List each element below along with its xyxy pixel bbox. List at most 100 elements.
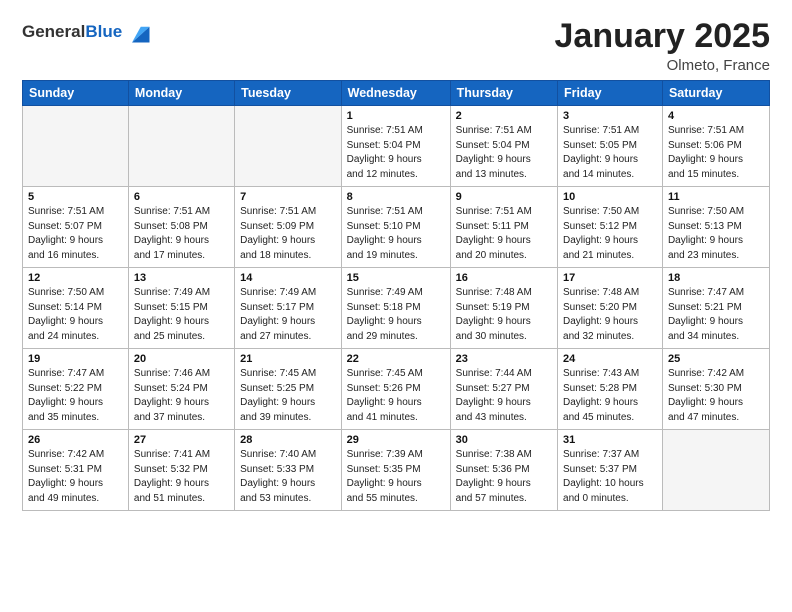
day-cell: 6 Sunrise: 7:51 AMSunset: 5:08 PMDaylight… [128, 187, 234, 268]
day-info: Sunrise: 7:41 AMSunset: 5:32 PMDaylight:… [134, 448, 229, 506]
location: Olmeto, France [555, 57, 771, 74]
logo-text: GeneralBlue [22, 23, 122, 42]
day-cell: 11Sunrise: 7:50 AMSunset: 5:13 PMDayligh… [662, 187, 769, 268]
day-info: Sunrise: 7:51 AMSunset: 5:10 PMDaylight:… [347, 205, 445, 263]
day-number: 26 [28, 434, 123, 446]
weekday-wednesday: Wednesday [341, 81, 450, 106]
day-cell: 2 Sunrise: 7:51 AMSunset: 5:04 PMDaylight… [450, 106, 557, 187]
day-number: 11 [668, 191, 764, 203]
day-number: 14 [240, 272, 336, 284]
day-info: Sunrise: 7:45 AMSunset: 5:26 PMDaylight:… [347, 367, 445, 425]
day-cell: 21Sunrise: 7:45 AMSunset: 5:25 PMDayligh… [235, 349, 342, 430]
day-cell: 13 Sunrise: 7:49 AMSunset: 5:15 PMDayligh… [128, 268, 234, 349]
week-row-0: 1 Sunrise: 7:51 AMSunset: 5:04 PMDaylight… [23, 106, 770, 187]
week-row-3: 19 Sunrise: 7:47 AMSunset: 5:22 PMDayligh… [23, 349, 770, 430]
day-number: 6 [134, 191, 229, 203]
day-cell: 5 Sunrise: 7:51 AMSunset: 5:07 PMDaylight… [23, 187, 129, 268]
week-row-2: 12Sunrise: 7:50 AMSunset: 5:14 PMDayligh… [23, 268, 770, 349]
day-number: 25 [668, 353, 764, 365]
day-info: Sunrise: 7:47 AMSunset: 5:21 PMDaylight:… [668, 286, 764, 344]
day-number: 8 [347, 191, 445, 203]
day-info: Sunrise: 7:46 AMSunset: 5:24 PMDaylight:… [134, 367, 229, 425]
day-number: 17 [563, 272, 657, 284]
day-info: Sunrise: 7:51 AMSunset: 5:04 PMDaylight:… [347, 124, 445, 182]
day-info: Sunrise: 7:47 AMSunset: 5:22 PMDaylight:… [28, 367, 123, 425]
day-cell [662, 430, 769, 511]
day-cell [128, 106, 234, 187]
day-info: Sunrise: 7:50 AMSunset: 5:14 PMDaylight:… [28, 286, 123, 344]
day-number: 30 [456, 434, 552, 446]
day-number: 2 [456, 110, 552, 122]
day-cell [23, 106, 129, 187]
day-info: Sunrise: 7:51 AMSunset: 5:06 PMDaylight:… [668, 124, 764, 182]
day-cell: 16 Sunrise: 7:48 AMSunset: 5:19 PMDayligh… [450, 268, 557, 349]
day-cell: 18 Sunrise: 7:47 AMSunset: 5:21 PMDayligh… [662, 268, 769, 349]
day-number: 15 [347, 272, 445, 284]
day-info: Sunrise: 7:37 AMSunset: 5:37 PMDaylight:… [563, 448, 657, 506]
day-info: Sunrise: 7:48 AMSunset: 5:20 PMDaylight:… [563, 286, 657, 344]
weekday-header-row: SundayMondayTuesdayWednesdayThursdayFrid… [23, 81, 770, 106]
day-number: 1 [347, 110, 445, 122]
day-cell: 4 Sunrise: 7:51 AMSunset: 5:06 PMDaylight… [662, 106, 769, 187]
day-number: 7 [240, 191, 336, 203]
day-cell: 28Sunrise: 7:40 AMSunset: 5:33 PMDayligh… [235, 430, 342, 511]
day-cell: 3Sunrise: 7:51 AMSunset: 5:05 PMDaylight… [558, 106, 663, 187]
day-cell: 19 Sunrise: 7:47 AMSunset: 5:22 PMDayligh… [23, 349, 129, 430]
day-number: 3 [563, 110, 657, 122]
page: GeneralBlue January 2025 Olmeto, France … [0, 0, 792, 612]
day-number: 22 [347, 353, 445, 365]
day-info: Sunrise: 7:51 AMSunset: 5:08 PMDaylight:… [134, 205, 229, 263]
calendar-table: SundayMondayTuesdayWednesdayThursdayFrid… [22, 80, 770, 511]
day-number: 23 [456, 353, 552, 365]
day-number: 10 [563, 191, 657, 203]
day-info: Sunrise: 7:51 AMSunset: 5:07 PMDaylight:… [28, 205, 123, 263]
weekday-saturday: Saturday [662, 81, 769, 106]
day-info: Sunrise: 7:44 AMSunset: 5:27 PMDaylight:… [456, 367, 552, 425]
weekday-tuesday: Tuesday [235, 81, 342, 106]
day-number: 16 [456, 272, 552, 284]
day-cell: 1 Sunrise: 7:51 AMSunset: 5:04 PMDaylight… [341, 106, 450, 187]
weekday-friday: Friday [558, 81, 663, 106]
day-number: 19 [28, 353, 123, 365]
day-info: Sunrise: 7:51 AMSunset: 5:09 PMDaylight:… [240, 205, 336, 263]
day-number: 4 [668, 110, 764, 122]
title-block: January 2025 Olmeto, France [555, 18, 771, 74]
day-cell: 30Sunrise: 7:38 AMSunset: 5:36 PMDayligh… [450, 430, 557, 511]
week-row-4: 26 Sunrise: 7:42 AMSunset: 5:31 PMDayligh… [23, 430, 770, 511]
logo: GeneralBlue [22, 18, 153, 46]
day-info: Sunrise: 7:42 AMSunset: 5:30 PMDaylight:… [668, 367, 764, 425]
day-number: 9 [456, 191, 552, 203]
month-title: January 2025 [555, 18, 771, 55]
week-row-1: 5 Sunrise: 7:51 AMSunset: 5:07 PMDaylight… [23, 187, 770, 268]
weekday-thursday: Thursday [450, 81, 557, 106]
day-number: 18 [668, 272, 764, 284]
day-number: 20 [134, 353, 229, 365]
day-info: Sunrise: 7:49 AMSunset: 5:17 PMDaylight:… [240, 286, 336, 344]
day-number: 13 [134, 272, 229, 284]
day-cell: 17 Sunrise: 7:48 AMSunset: 5:20 PMDayligh… [558, 268, 663, 349]
day-info: Sunrise: 7:42 AMSunset: 5:31 PMDaylight:… [28, 448, 123, 506]
day-cell: 12Sunrise: 7:50 AMSunset: 5:14 PMDayligh… [23, 268, 129, 349]
day-info: Sunrise: 7:45 AMSunset: 5:25 PMDaylight:… [240, 367, 336, 425]
day-info: Sunrise: 7:51 AMSunset: 5:11 PMDaylight:… [456, 205, 552, 263]
day-info: Sunrise: 7:43 AMSunset: 5:28 PMDaylight:… [563, 367, 657, 425]
day-cell: 24Sunrise: 7:43 AMSunset: 5:28 PMDayligh… [558, 349, 663, 430]
weekday-sunday: Sunday [23, 81, 129, 106]
logo-general: General [22, 22, 85, 41]
day-cell: 22 Sunrise: 7:45 AMSunset: 5:26 PMDayligh… [341, 349, 450, 430]
day-info: Sunrise: 7:51 AMSunset: 5:04 PMDaylight:… [456, 124, 552, 182]
day-info: Sunrise: 7:48 AMSunset: 5:19 PMDaylight:… [456, 286, 552, 344]
day-cell: 29Sunrise: 7:39 AMSunset: 5:35 PMDayligh… [341, 430, 450, 511]
day-cell: 9 Sunrise: 7:51 AMSunset: 5:11 PMDaylight… [450, 187, 557, 268]
header: GeneralBlue January 2025 Olmeto, France [22, 18, 770, 74]
day-info: Sunrise: 7:50 AMSunset: 5:12 PMDaylight:… [563, 205, 657, 263]
day-number: 5 [28, 191, 123, 203]
day-cell: 7 Sunrise: 7:51 AMSunset: 5:09 PMDaylight… [235, 187, 342, 268]
day-cell: 25 Sunrise: 7:42 AMSunset: 5:30 PMDayligh… [662, 349, 769, 430]
day-info: Sunrise: 7:49 AMSunset: 5:18 PMDaylight:… [347, 286, 445, 344]
day-cell: 31Sunrise: 7:37 AMSunset: 5:37 PMDayligh… [558, 430, 663, 511]
day-cell: 10 Sunrise: 7:50 AMSunset: 5:12 PMDayligh… [558, 187, 663, 268]
day-cell: 15 Sunrise: 7:49 AMSunset: 5:18 PMDayligh… [341, 268, 450, 349]
day-info: Sunrise: 7:49 AMSunset: 5:15 PMDaylight:… [134, 286, 229, 344]
day-info: Sunrise: 7:40 AMSunset: 5:33 PMDaylight:… [240, 448, 336, 506]
